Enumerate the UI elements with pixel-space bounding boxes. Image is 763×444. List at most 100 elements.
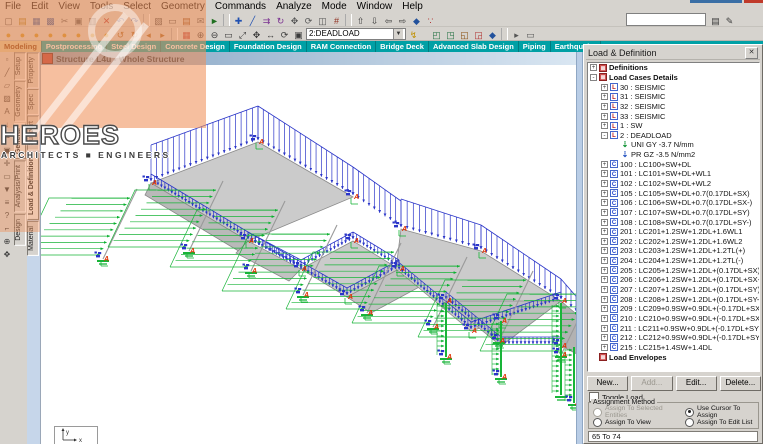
expand-icon[interactable]: + — [601, 314, 608, 322]
tab-foundation-design[interactable]: Foundation Design — [230, 41, 307, 52]
menu-select[interactable]: Select — [118, 1, 156, 12]
document-titlebar[interactable]: Structure L4u - Whole Structure — [40, 52, 576, 65]
page-tab-setup[interactable]: Setup — [14, 52, 26, 81]
paste-icon[interactable]: ▥ — [86, 13, 99, 26]
expand-icon[interactable]: + — [601, 102, 608, 110]
tree-item[interactable]: + C 205 : LC205+1.2SW+1.2DL+(0.17DL+SX) — [588, 265, 759, 275]
subpage-tab-spec[interactable]: Spec — [27, 89, 39, 116]
tree-item[interactable]: ≣ Load Envelopes — [588, 352, 759, 362]
menu-analyze[interactable]: Analyze — [271, 1, 317, 12]
mirror-icon[interactable]: ◫ — [316, 13, 329, 26]
expand-icon[interactable]: + — [601, 180, 608, 187]
expand-icon[interactable]: + — [601, 170, 608, 178]
menu-geometry[interactable]: Geometry — [156, 1, 210, 12]
mail-icon[interactable]: ✉ — [194, 13, 207, 26]
view-side-icon[interactable]: ◳ — [444, 27, 457, 40]
edit-input-icon[interactable]: ✎ — [723, 13, 736, 26]
collapse-icon[interactable]: - — [590, 73, 597, 81]
view-rotate-down-icon[interactable]: ⇩ — [368, 13, 381, 26]
expand-icon[interactable]: + — [601, 93, 608, 101]
tab-advanced-slab-design[interactable]: Advanced Slab Design — [429, 41, 519, 52]
save-icon[interactable]: ▦ — [30, 13, 43, 26]
tree-item[interactable]: + C 203 : LC203+1.2SW+1.2DL+1.2TL(+) — [588, 246, 759, 256]
geometry-cursor-icon[interactable]: ✛ — [1, 157, 13, 169]
add-button[interactable]: Add... — [631, 376, 673, 391]
pan-icon[interactable]: ✥ — [250, 27, 263, 40]
tree-item[interactable]: + L 1 : SW — [588, 121, 759, 131]
zoom-extents-icon[interactable]: ⤢ — [236, 27, 249, 40]
tree-item[interactable]: + C 211 : LC211+0.9SW+0.9DL+(-0.17DL+SY) — [588, 323, 759, 333]
new-file-icon[interactable]: ▢ — [2, 13, 15, 26]
geometry-bead-1-icon[interactable]: ● — [2, 27, 15, 40]
panel-titlebar[interactable]: Load & Definition ✕ — [586, 47, 760, 60]
text-cursor-icon[interactable]: A — [1, 105, 13, 117]
radio-assign-to-edit-list[interactable] — [685, 417, 694, 427]
collapse-icon[interactable]: - — [601, 131, 608, 139]
page-tab-geometry[interactable]: Geometry — [14, 81, 26, 123]
print-preview-icon[interactable]: ▭ — [166, 13, 179, 26]
tree-item[interactable]: + ≣ Definitions — [588, 63, 759, 73]
subpage-tab-load-definition[interactable]: Load & Definition — [27, 151, 39, 220]
menu-mode[interactable]: Mode — [317, 1, 352, 12]
view-front-icon[interactable]: ◰ — [430, 27, 443, 40]
toolbar-text-field[interactable] — [626, 13, 706, 26]
dynamic-zoom-icon[interactable]: ↔ — [264, 27, 277, 40]
tree-item[interactable]: + C 201 : LC201+1.2SW+1.2DL+1.6WL1 — [588, 227, 759, 237]
panel-divider[interactable] — [576, 52, 583, 444]
tree-item[interactable]: + C 100 : LC100+SW+DL — [588, 159, 759, 169]
geometry-bead-8-icon[interactable]: ● — [100, 27, 113, 40]
tab-concrete-design[interactable]: Concrete Design — [161, 41, 230, 52]
radio-use-cursor-to-assign[interactable] — [685, 407, 694, 417]
redo-icon[interactable]: ↷ — [128, 13, 141, 26]
structure-3d-view[interactable]: AAAAAAAAAAAAAAAAAAAAAAAAAA — [41, 65, 576, 444]
select-all-icon[interactable]: ▣ — [1, 144, 13, 156]
zoom-in-icon[interactable]: ⊕ — [194, 27, 207, 40]
tree-item[interactable]: + C 107 : LC107+SW+DL+0.7(0.17DL+SY) — [588, 208, 759, 218]
copy-icon[interactable]: ▣ — [72, 13, 85, 26]
expand-icon[interactable]: + — [601, 266, 608, 274]
expand-icon[interactable]: + — [601, 295, 608, 303]
node-points-icon[interactable]: ∵ — [424, 13, 437, 26]
insert-node-icon[interactable]: ✚ — [232, 13, 245, 26]
expand-icon[interactable]: + — [601, 228, 608, 236]
expand-icon[interactable]: + — [601, 247, 608, 255]
tree-item[interactable]: + C 102 : LC102+SW+DL+WL2 — [588, 179, 759, 189]
measure-icon[interactable]: ⌐ — [1, 222, 13, 234]
add-beam-icon[interactable]: ╱ — [246, 13, 259, 26]
view-rotate-right-icon[interactable]: ⇨ — [396, 13, 409, 26]
tree-item[interactable]: -L2 : DEADLOAD — [588, 130, 759, 140]
right-step-icon[interactable]: ▸ — [156, 27, 169, 40]
structure-diagram-icon[interactable]: ◆ — [410, 13, 423, 26]
tab-steel-design[interactable]: Steel Design — [107, 41, 162, 52]
expand-icon[interactable]: + — [601, 208, 608, 216]
expand-icon[interactable]: + — [601, 286, 608, 294]
expand-icon[interactable]: + — [601, 237, 608, 245]
geometry-bead-4-icon[interactable]: ● — [44, 27, 57, 40]
view-iso-icon[interactable]: ◲ — [472, 27, 485, 40]
translational-repeat-icon[interactable]: ⇉ — [260, 13, 273, 26]
prev-view-icon[interactable]: ↺ — [114, 27, 127, 40]
tree-item[interactable]: + C 206 : LC206+1.2SW+1.2DL+(0.17DL+SX-) — [588, 275, 759, 285]
nodes-cursor-icon[interactable]: ▫ — [1, 53, 13, 65]
view-rotate-left-icon[interactable]: ⇦ — [382, 13, 395, 26]
assign-range-input[interactable]: 65 To 74 — [588, 431, 758, 442]
next-view-icon[interactable]: ↻ — [128, 27, 141, 40]
zoom-cursor-icon[interactable]: ⊕ — [1, 235, 13, 247]
run-analysis-icon[interactable]: ► — [208, 13, 221, 26]
tree-item[interactable]: + C 210 : LC210+0.9SW+0.9DL+(-0.17DL+SX-) — [588, 314, 759, 324]
table-tool-icon[interactable]: ▤ — [709, 13, 722, 26]
radio-assign-to-view[interactable] — [593, 417, 602, 427]
tree-item[interactable]: + C 208 : LC208+1.2SW+1.2DL+(0.17DL+SY-) — [588, 294, 759, 304]
view-top-icon[interactable]: ◱ — [458, 27, 471, 40]
page-tab-general[interactable]: General — [14, 123, 26, 160]
tree-item[interactable]: + C 204 : LC204+1.2SW+1.2DL+1.2TL(-) — [588, 256, 759, 266]
move-icon[interactable]: ✥ — [288, 13, 301, 26]
plates-cursor-icon[interactable]: ▱ — [1, 79, 13, 91]
undo-icon[interactable]: ↶ — [114, 13, 127, 26]
view-3d-icon[interactable]: ◆ — [486, 27, 499, 40]
geometry-bead-3-icon[interactable]: ● — [30, 27, 43, 40]
tree-item[interactable]: + C 105 : LC105+SW+DL+0.7(0.17DL+SX) — [588, 188, 759, 198]
expand-icon[interactable]: + — [601, 122, 608, 130]
page-tab-analysis-print[interactable]: Analysis/Print — [14, 160, 26, 213]
expand-icon[interactable]: + — [601, 276, 608, 284]
